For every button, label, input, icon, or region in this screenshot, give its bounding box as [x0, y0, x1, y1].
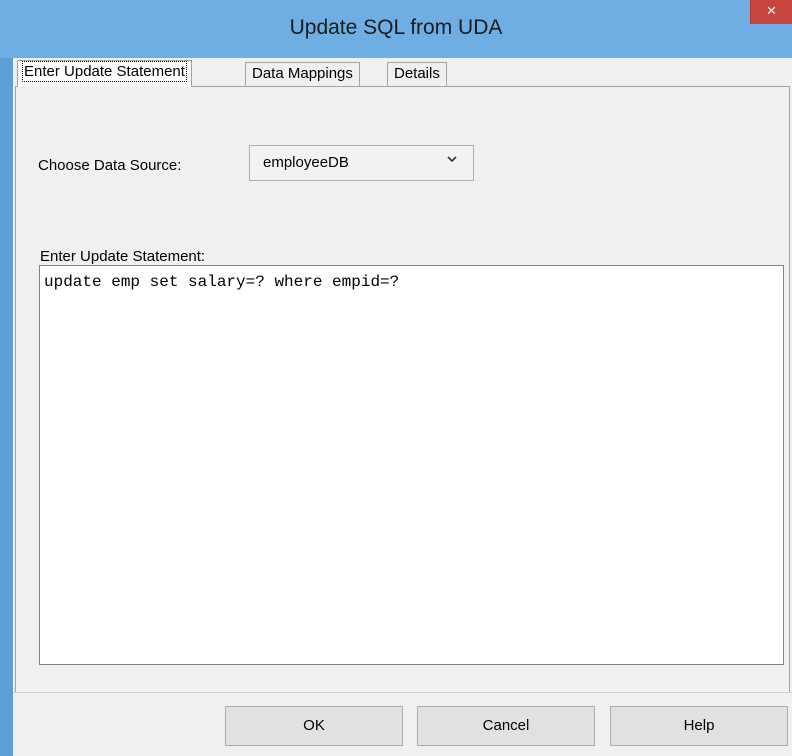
tab-label: Data Mappings: [252, 65, 353, 82]
button-bar: OK Cancel Help: [13, 692, 792, 756]
dialog-client-area: Enter Update Statement Data Mappings Det…: [13, 58, 792, 756]
data-source-value: employeeDB: [263, 154, 349, 171]
statement-textarea[interactable]: update emp set salary=? where empid=?: [39, 265, 784, 665]
tab-panel: Choose Data Source: employeeDB Enter Upd…: [15, 86, 790, 748]
data-source-label: Choose Data Source:: [38, 157, 182, 174]
tab-strip: Enter Update Statement Data Mappings Det…: [13, 58, 792, 87]
title-bar[interactable]: Update SQL from UDA ×: [0, 0, 792, 58]
dialog-window: Update SQL from UDA × Enter Update State…: [0, 0, 792, 756]
tab-enter-update-statement[interactable]: Enter Update Statement: [17, 60, 192, 87]
close-icon: ×: [766, 1, 777, 20]
tab-details[interactable]: Details: [387, 62, 447, 86]
ok-button[interactable]: OK: [225, 706, 403, 746]
close-button[interactable]: ×: [750, 0, 792, 24]
data-source-select[interactable]: employeeDB: [249, 145, 474, 181]
chevron-down-icon: [446, 153, 458, 168]
tab-data-mappings[interactable]: Data Mappings: [245, 62, 360, 86]
cancel-button[interactable]: Cancel: [417, 706, 595, 746]
tab-label: Enter Update Statement: [22, 61, 187, 82]
window-title: Update SQL from UDA: [289, 16, 503, 39]
statement-label: Enter Update Statement:: [40, 248, 206, 265]
help-button[interactable]: Help: [610, 706, 788, 746]
tab-label: Details: [394, 65, 440, 82]
